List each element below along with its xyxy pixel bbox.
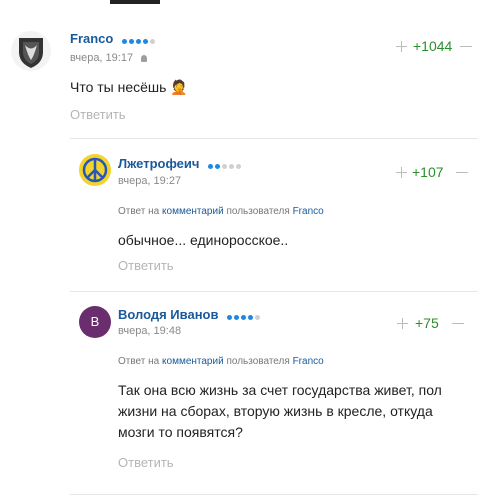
avatar-letter: В (90, 314, 100, 329)
reply-prefix: Ответ на (118, 206, 160, 217)
divider (70, 291, 478, 292)
downvote-button[interactable] (456, 172, 468, 173)
reply-button[interactable]: Ответить (70, 107, 126, 122)
level-dots (121, 32, 157, 47)
level-dot (142, 39, 148, 45)
rating: +1044 (413, 38, 453, 54)
reply-prefix: Ответ на (118, 356, 160, 367)
downvote-button[interactable] (460, 46, 472, 47)
level-dot (208, 164, 214, 170)
divider (70, 138, 478, 139)
reply-mid: пользователя (226, 206, 290, 217)
reply-comment-link[interactable]: комментарий (162, 356, 224, 367)
level-dot (229, 164, 235, 170)
rating: +75 (415, 315, 439, 331)
upvote-button[interactable] (397, 318, 408, 329)
reply-button[interactable]: Ответить (118, 455, 174, 470)
level-dot (121, 39, 127, 45)
reply-mid: пользователя (226, 356, 290, 367)
comment-text-line: Так она всю жизнь за счет государства жи… (118, 382, 442, 398)
level-dot (234, 315, 240, 321)
level-dot (149, 39, 155, 45)
author-name[interactable]: Лжетрофеич (118, 156, 199, 171)
divider (70, 494, 478, 495)
reply-button[interactable]: Ответить (118, 258, 174, 273)
reply-reference: Ответ на комментарий пользователя Franco (118, 206, 324, 217)
rating: +107 (412, 164, 444, 180)
level-dot (135, 39, 141, 45)
author-name[interactable]: Franco (70, 31, 113, 46)
top-tab-indicator (110, 0, 160, 4)
author-name[interactable]: Володя Иванов (118, 307, 219, 322)
shield-icon (11, 31, 51, 71)
comment-time: вчера, 19:17 (70, 52, 134, 64)
comment-text: Так она всю жизнь за счет государства жи… (118, 380, 478, 443)
reply-comment-link[interactable]: комментарий (162, 206, 224, 217)
upvote-button[interactable] (396, 167, 407, 178)
comment-text-line: жизни на сборах, вторую жизнь в кресле, … (118, 403, 433, 419)
upvote-button[interactable] (396, 41, 407, 52)
level-dot (236, 164, 242, 170)
reply-user-link[interactable]: Franco (293, 206, 324, 217)
comment-text: Что ты несёшь 🤦 (70, 79, 188, 95)
level-dot (215, 164, 221, 170)
reply-user-link[interactable]: Franco (293, 356, 324, 367)
comment-time: вчера, 19:48 (118, 325, 182, 337)
level-dots (227, 308, 262, 323)
comment-time: вчера, 19:27 (118, 175, 182, 187)
comment-text-line: мозги то появятся? (118, 424, 243, 440)
android-icon (141, 55, 147, 62)
avatar[interactable] (10, 30, 52, 72)
level-dot (128, 39, 134, 45)
avatar[interactable]: В (79, 306, 111, 338)
reply-reference: Ответ на комментарий пользователя Franco (118, 356, 324, 367)
level-dot (227, 315, 233, 321)
level-dot (255, 315, 261, 321)
comment-text: обычное... единоросское.. (118, 232, 289, 248)
level-dot (222, 164, 228, 170)
downvote-button[interactable] (452, 323, 464, 324)
peace-icon (80, 155, 110, 185)
level-dot (248, 315, 254, 321)
level-dot (241, 315, 247, 321)
level-dots (208, 157, 243, 172)
avatar[interactable] (79, 154, 111, 186)
